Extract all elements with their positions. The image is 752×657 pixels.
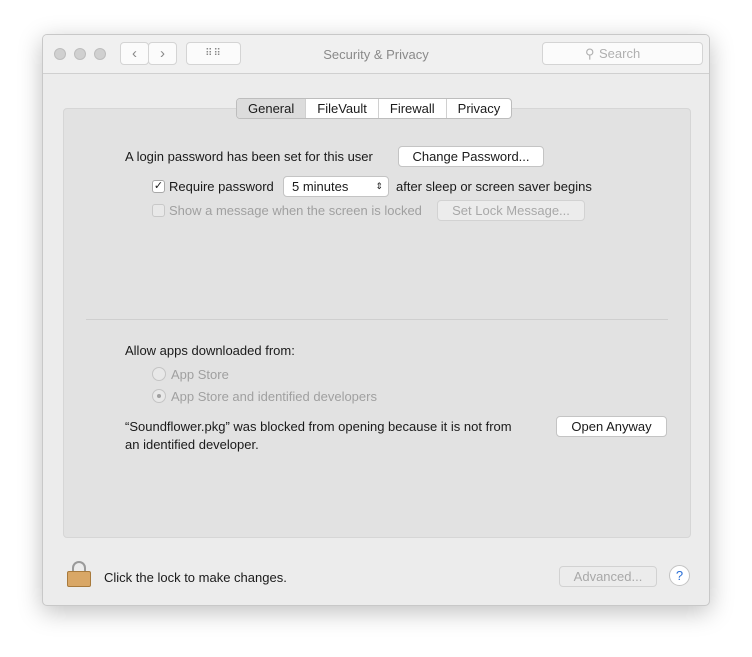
advanced-button[interactable]: Advanced... [559,566,657,587]
blocked-message-line1: “Soundflower.pkg” was blocked from openi… [125,419,512,434]
general-panel: A login password has been set for this u… [63,108,691,538]
select-value: 5 minutes [292,179,349,194]
titlebar: ‹ › ⠿⠿ Security & Privacy ⚲ Search [43,35,709,74]
tab-privacy[interactable]: Privacy [445,99,512,118]
radio-app-store-label: App Store [171,367,229,382]
help-button[interactable]: ? [669,565,690,586]
tab-filevault[interactable]: FileVault [305,99,378,118]
search-placeholder: Search [599,46,641,61]
lock-icon[interactable] [67,561,91,587]
radio-identified-developers[interactable] [152,389,166,403]
search-icon: ⚲ [585,46,595,61]
search-input[interactable]: ⚲ Search [542,42,703,65]
divider [86,319,668,320]
security-privacy-window: ‹ › ⠿⠿ Security & Privacy ⚲ Search Genera… [42,34,710,606]
change-password-button[interactable]: Change Password... [398,146,544,167]
stepper-chevrons-icon: ⇕ [375,181,383,191]
radio-app-store[interactable] [152,367,166,381]
blocked-message-line2: an identified developer. [125,437,259,452]
lock-text: Click the lock to make changes. [104,570,287,585]
show-message-label: Show a message when the screen is locked [169,203,422,218]
set-lock-message-button[interactable]: Set Lock Message... [437,200,585,221]
after-sleep-text: after sleep or screen saver begins [396,179,592,194]
require-password-select[interactable]: 5 minutes ⇕ [283,176,389,197]
show-message-checkbox[interactable] [152,204,165,217]
allow-apps-label: Allow apps downloaded from: [125,343,295,358]
tab-bar: General FileVault Firewall Privacy [236,98,513,119]
radio-identified-label: App Store and identified developers [171,389,377,404]
login-password-text: A login password has been set for this u… [125,149,373,164]
require-password-label: Require password [169,179,274,194]
require-password-checkbox[interactable]: ✓ [152,180,165,193]
open-anyway-button[interactable]: Open Anyway [556,416,667,437]
tab-general[interactable]: General [237,99,306,118]
tab-firewall[interactable]: Firewall [377,99,446,118]
